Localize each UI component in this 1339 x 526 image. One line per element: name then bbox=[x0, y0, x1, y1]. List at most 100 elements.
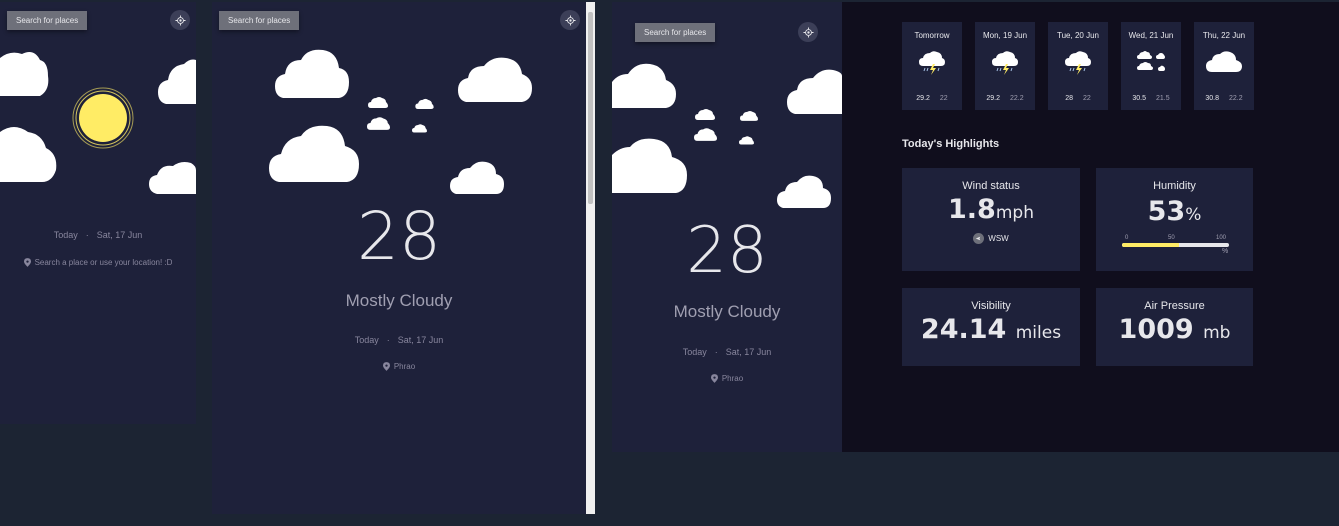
date-day: Today bbox=[682, 347, 707, 357]
cloud-icon bbox=[694, 128, 717, 141]
humidity-label: Humidity bbox=[1153, 180, 1196, 192]
humidity-scale-mid: 50 bbox=[1168, 235, 1175, 241]
location-pin-icon bbox=[23, 258, 31, 267]
cloud-icon bbox=[158, 59, 196, 104]
cloud-icon bbox=[740, 111, 758, 121]
wind-unit: mph bbox=[995, 203, 1034, 223]
forecast-min: 21.5 bbox=[1156, 95, 1170, 102]
sidebar-panel-mid: Search for places 28 Mostly Cloudy Today… bbox=[212, 2, 586, 514]
cloud-icon bbox=[269, 125, 359, 182]
crosshair-icon bbox=[802, 26, 814, 38]
visibility-number: 24.14 bbox=[920, 314, 1007, 345]
air-pressure-card: Air Pressure 1009 mb bbox=[1096, 288, 1253, 366]
forecast-day: Wed, 21 Jun bbox=[1128, 31, 1174, 40]
date-value: Sat, 17 Jun bbox=[725, 347, 772, 357]
forecast-card: Thu, 22 Jun 30.8 22.2 bbox=[1194, 22, 1254, 110]
crosshair-icon bbox=[564, 14, 576, 26]
date-day: Today bbox=[53, 230, 78, 240]
search-places-button[interactable]: Search for places bbox=[219, 11, 300, 30]
search-places-button[interactable]: Search for places bbox=[7, 11, 88, 30]
humidity-value: 53% bbox=[1096, 196, 1253, 227]
date-line: Today · Sat, 17 Jun bbox=[0, 230, 196, 240]
forecast-card: Mon, 19 Jun 29.2 22.2 bbox=[975, 22, 1035, 110]
cloud-icon bbox=[415, 98, 434, 109]
scrollbar-thumb[interactable] bbox=[588, 12, 593, 204]
forecast-min: 22.2 bbox=[1229, 95, 1243, 102]
cloud-icon bbox=[739, 136, 754, 145]
humidity-scale-max: 100 bbox=[1215, 235, 1226, 241]
location-name: Phrao bbox=[393, 362, 416, 371]
visibility-card: Visibility 24.14 miles bbox=[902, 288, 1080, 366]
forecast-card: Tomorrow 29.2 22 bbox=[902, 22, 962, 110]
thunderstorm-icon bbox=[992, 51, 1018, 75]
sun-icon bbox=[72, 87, 134, 149]
cloud-icon bbox=[458, 57, 532, 102]
forecast-max: 29.2 bbox=[986, 95, 1000, 102]
date-line: Today · Sat, 17 Jun bbox=[212, 335, 586, 345]
date-day: Today bbox=[354, 335, 379, 345]
cloud-icon bbox=[695, 109, 715, 120]
wind-label: Wind status bbox=[962, 180, 1020, 192]
forecast-min: 22 bbox=[1083, 95, 1091, 102]
cloud-icon bbox=[612, 63, 676, 108]
weather-condition: Mostly Cloudy bbox=[673, 302, 781, 321]
cloud-icon bbox=[1206, 51, 1242, 72]
humidity-scale-unit: % bbox=[1222, 248, 1229, 255]
location-pin-icon bbox=[710, 374, 718, 383]
cloud-icon bbox=[367, 117, 390, 130]
wind-direction: WSW bbox=[902, 233, 1080, 244]
wind-direction-text: WSW bbox=[988, 234, 1009, 243]
date-value: Sat, 17 Jun bbox=[96, 230, 143, 240]
search-places-button[interactable]: Search for places bbox=[635, 23, 716, 42]
thunderstorm-icon bbox=[919, 51, 945, 75]
pressure-label: Air Pressure bbox=[1144, 300, 1205, 312]
forecast-day: Mon, 19 Jun bbox=[982, 31, 1028, 40]
location-hint-text: Search a place or use your location! :D bbox=[34, 258, 173, 267]
navigation-arrow-icon bbox=[973, 233, 985, 244]
cloud-icon bbox=[149, 162, 196, 194]
date-separator: · bbox=[386, 335, 390, 345]
date-separator: · bbox=[85, 230, 89, 240]
cloud-icon bbox=[612, 138, 687, 193]
date-value: Sat, 17 Jun bbox=[397, 335, 444, 345]
crosshair-icon bbox=[174, 14, 186, 26]
cloud-icon bbox=[0, 52, 49, 96]
forecast-max: 30.5 bbox=[1132, 95, 1146, 102]
highlights-title: Today's Highlights bbox=[902, 138, 1000, 150]
forecast-day: Tomorrow bbox=[914, 31, 950, 40]
forecast-min: 22 bbox=[939, 95, 948, 102]
visibility-value: 24.14 miles bbox=[902, 314, 1080, 345]
temperature: 28 bbox=[357, 198, 441, 275]
forecast-day: Thu, 22 Jun bbox=[1202, 31, 1246, 40]
forecast-min: 22.2 bbox=[1010, 95, 1024, 102]
humidity-number: 53 bbox=[1147, 196, 1186, 227]
humidity-bar-fill bbox=[1122, 243, 1179, 247]
scrollbar[interactable] bbox=[586, 2, 595, 514]
sidebar-panel-large: Search for places 28 Mostly Cloudy Today… bbox=[612, 2, 842, 452]
my-location-button[interactable] bbox=[798, 22, 818, 42]
forecast-day: Tue, 20 Jun bbox=[1057, 31, 1099, 40]
location-name: Phrao bbox=[721, 374, 744, 383]
wind-value: 1.8mph bbox=[902, 194, 1080, 225]
scattered-clouds-icon bbox=[1137, 51, 1165, 71]
wind-status-card: Wind status 1.8mph WSW bbox=[902, 168, 1080, 271]
forecast-max: 30.8 bbox=[1205, 95, 1219, 102]
thunderstorm-icon bbox=[1065, 51, 1091, 75]
cloud-icon bbox=[777, 175, 831, 208]
my-location-button[interactable] bbox=[170, 10, 190, 30]
location-pin-icon bbox=[382, 362, 390, 371]
pressure-number: 1009 bbox=[1118, 314, 1194, 345]
my-location-button[interactable] bbox=[560, 10, 580, 30]
pressure-unit: mb bbox=[1203, 323, 1231, 343]
sidebar-panel-small: Search for places Today · Sat, 17 Jun Sear… bbox=[0, 2, 196, 424]
humidity-card: Humidity 53% 0 50 100 % bbox=[1096, 168, 1253, 271]
visibility-unit: miles bbox=[1015, 323, 1062, 343]
cloud-icon bbox=[0, 127, 57, 182]
forecast-card: Tue, 20 Jun 28 22 bbox=[1048, 22, 1108, 110]
date-separator: · bbox=[714, 347, 718, 357]
cloud-icon bbox=[412, 124, 427, 133]
humidity-bar bbox=[1122, 243, 1229, 247]
cloud-icon bbox=[450, 161, 504, 194]
forecast-max: 29.2 bbox=[916, 95, 930, 102]
temperature: 28 bbox=[686, 214, 768, 288]
